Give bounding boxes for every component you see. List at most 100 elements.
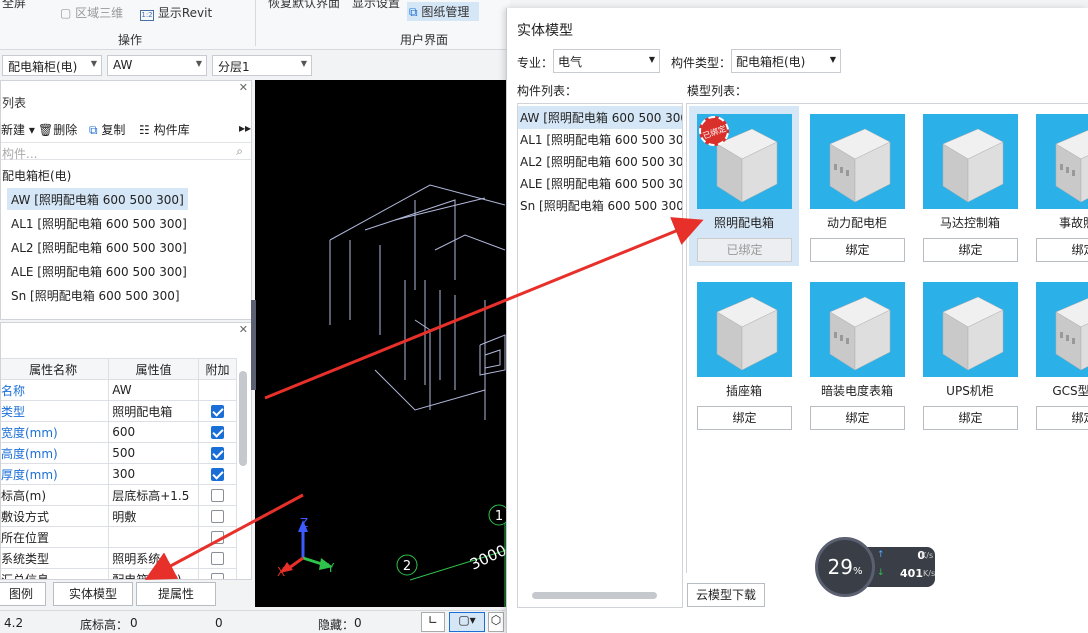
bind-button[interactable]: 绑定 — [1036, 406, 1088, 430]
dialog-comp-item[interactable]: Sn [照明配电箱 600 500 300] — [518, 194, 682, 217]
model-card[interactable]: GCS型低压绑定 — [1028, 274, 1088, 434]
bind-button[interactable]: 绑定 — [810, 238, 905, 262]
property-value[interactable]: 配电箱柜(电) — [108, 568, 200, 579]
name-dropdown[interactable]: AW ▼ — [107, 55, 207, 76]
attach-checkbox[interactable] — [211, 426, 225, 439]
tree-item[interactable]: AL2 [照明配电箱 600 500 300] — [7, 236, 191, 258]
scrollbar[interactable] — [239, 371, 247, 466]
bind-button[interactable]: 绑定 — [923, 406, 1018, 430]
property-row[interactable]: 类型 照明配电箱 — [1, 400, 237, 422]
new-button[interactable]: 新建 ▾ — [1, 121, 35, 138]
trash-icon: 🗑 — [38, 123, 54, 137]
cube-icon[interactable]: ⬡ — [488, 612, 504, 632]
major-select[interactable]: 电气 ▼ — [553, 49, 660, 73]
property-value[interactable]: 600 — [108, 421, 200, 443]
property-row[interactable]: 宽度(mm) 600 — [1, 421, 237, 443]
model-thumbnail — [1036, 114, 1088, 209]
component-list-panel: 列表 ✕ 新建 ▾ 🗑删除 ⧉ 复制 ☷ 构件库 ▸▸ 构件... ⌕ 配电箱柜… — [0, 80, 252, 320]
axis-y-label: Y — [326, 561, 335, 575]
copy-button[interactable]: ⧉ 复制 — [89, 121, 125, 138]
download-speed: 401 — [900, 567, 923, 580]
model-card[interactable]: 动力配电柜 绑定 — [802, 106, 912, 266]
model-grid: 已绑定照明配电箱已绑定动力配电柜绑定马达控制箱绑定事故照明绑定插座箱绑定暗装电度… — [686, 103, 1088, 573]
box-select-icon[interactable]: ▢▾ — [449, 612, 485, 632]
cloud-download-button[interactable]: 云模型下载 — [687, 583, 765, 607]
region-3d-button[interactable]: ▢ 区域三维 — [60, 4, 123, 21]
property-value[interactable] — [108, 526, 200, 548]
bind-button[interactable]: 绑定 — [923, 238, 1018, 262]
tree-group-label[interactable]: 配电箱柜(电) — [2, 167, 71, 184]
tree-item[interactable]: ALE [照明配电箱 600 500 300] — [7, 260, 191, 282]
property-extra — [198, 547, 237, 569]
property-value[interactable]: 300 — [108, 463, 200, 485]
legend-button[interactable]: 图例 — [0, 582, 46, 606]
show-revit-button[interactable]: 1:2 显示Revit — [140, 4, 212, 21]
more-icon[interactable]: ▸▸ — [239, 121, 251, 135]
search-input[interactable]: 构件... — [2, 145, 37, 162]
attach-checkbox[interactable] — [211, 552, 225, 565]
property-extra — [198, 568, 237, 579]
property-row[interactable]: 标高(m) 层底标高+1.5 — [1, 484, 237, 506]
3d-viewport[interactable]: 2 1 3000 Z X Y — [255, 80, 507, 607]
property-row[interactable]: 厚度(mm) 300 — [1, 463, 237, 485]
model-thumbnail — [923, 282, 1018, 377]
model-card[interactable]: 事故照明绑定 — [1028, 106, 1088, 266]
property-name: 厚度(mm) — [1, 463, 110, 485]
property-value[interactable]: 照明配电箱 — [108, 400, 200, 422]
attach-checkbox[interactable] — [211, 531, 225, 544]
dialog-comp-item[interactable]: AL2 [照明配电箱 600 500 300] — [518, 150, 682, 173]
property-row[interactable]: 名称 AW — [1, 379, 237, 401]
search-box[interactable]: 构件... ⌕ — [1, 142, 251, 162]
model-card[interactable]: 马达控制箱 绑定 — [915, 106, 1025, 266]
grid-label: 1 — [495, 509, 503, 524]
view-mode-icon[interactable]: ∟ — [421, 612, 445, 632]
property-row[interactable]: 系统类型 照明系统 — [1, 547, 237, 569]
property-value[interactable]: 层底标高+1.5 — [108, 484, 200, 506]
property-value[interactable]: 照明系统 — [108, 547, 200, 569]
model-card[interactable]: UPS机柜 绑定 — [915, 274, 1025, 434]
close-icon[interactable]: ✕ — [239, 323, 248, 336]
property-value[interactable]: 明敷 — [108, 505, 200, 527]
full-screen-button[interactable]: 全屏 — [2, 0, 26, 11]
scrollbar[interactable] — [532, 592, 657, 599]
property-value[interactable]: AW — [108, 379, 200, 401]
property-value[interactable]: 500 — [108, 442, 200, 464]
model-card[interactable]: 暗装电度表箱 绑定 — [802, 274, 912, 434]
attach-checkbox[interactable] — [211, 489, 225, 502]
property-row[interactable]: 所在位置 — [1, 526, 237, 548]
model-card[interactable]: 已绑定 照明配电箱 已绑定 — [689, 106, 799, 266]
dialog-comp-item[interactable]: AW [照明配电箱 600 500 300] — [518, 106, 682, 129]
attach-checkbox[interactable] — [211, 405, 225, 418]
attach-checkbox[interactable] — [211, 468, 225, 481]
tree-item[interactable]: AW [照明配电箱 600 500 300] — [7, 188, 188, 210]
library-button[interactable]: ☷ 构件库 — [139, 121, 190, 138]
dialog-comp-item[interactable]: ALE [照明配电箱 600 500 300] — [518, 172, 682, 195]
attach-checkbox[interactable] — [211, 573, 225, 579]
property-row[interactable]: 汇总信息 配电箱柜(电) — [1, 568, 237, 579]
memory-gauge[interactable]: 29% — [815, 537, 875, 597]
layer-dropdown[interactable]: 分层1 ▼ — [212, 55, 312, 76]
delete-button[interactable]: 🗑删除 — [38, 121, 77, 138]
comp-type-select[interactable]: 配电箱柜(电) ▼ — [731, 49, 841, 73]
model-name: 照明配电箱 — [713, 216, 774, 230]
restore-ui-button[interactable]: 恢复默认界面 — [268, 0, 340, 11]
dialog-comp-item[interactable]: AL1 [照明配电箱 600 500 300] — [518, 128, 682, 151]
bind-button[interactable]: 绑定 — [810, 406, 905, 430]
drawing-mgmt-button[interactable]: ⧉ 图纸管理 — [407, 2, 480, 21]
attach-checkbox[interactable] — [211, 447, 225, 460]
attach-checkbox[interactable] — [211, 510, 225, 523]
bind-button[interactable]: 绑定 — [697, 406, 792, 430]
type-dropdown[interactable]: 配电箱柜(电) ▼ — [2, 55, 102, 76]
tree-item[interactable]: AL1 [照明配电箱 600 500 300] — [7, 212, 191, 234]
splitter-handle[interactable] — [251, 300, 256, 390]
model-card[interactable]: 插座箱 绑定 — [689, 274, 799, 434]
chevron-down-icon: ▼ — [195, 59, 202, 68]
extract-attr-button[interactable]: 提属性 — [136, 582, 216, 606]
display-settings-button[interactable]: 显示设置 — [352, 0, 400, 11]
property-row[interactable]: 敷设方式 明敷 — [1, 505, 237, 527]
close-icon[interactable]: ✕ — [239, 81, 248, 94]
bind-button[interactable]: 绑定 — [1036, 238, 1088, 262]
property-row[interactable]: 高度(mm) 500 — [1, 442, 237, 464]
tree-item[interactable]: Sn [照明配电箱 600 500 300] — [7, 284, 184, 306]
solid-model-button[interactable]: 实体模型 — [53, 582, 133, 606]
